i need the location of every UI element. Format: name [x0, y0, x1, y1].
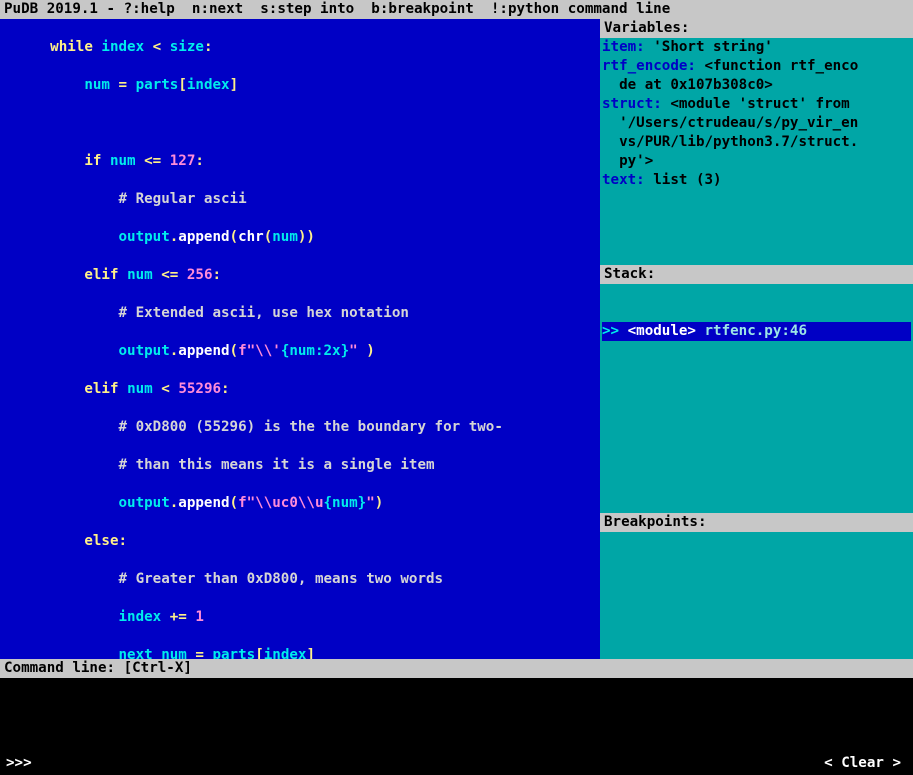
stack-panel[interactable]: Stack: >> <module> rtfenc.py:46 — [600, 265, 913, 513]
title-bar: PuDB 2019.1 - ?:help n:next s:step into … — [0, 0, 913, 19]
variable-row[interactable]: rtf_encode: <function rtf_enco — [602, 57, 911, 76]
console-area[interactable] — [0, 678, 913, 754]
variable-row[interactable]: text: list (3) — [602, 171, 911, 190]
variable-row[interactable]: vs/PUR/lib/python3.7/struct. — [602, 133, 911, 152]
variable-row[interactable]: struct: <module 'struct' from — [602, 95, 911, 114]
clear-button[interactable]: < Clear > — [824, 754, 901, 773]
console-footer: >>> < Clear > — [0, 754, 913, 773]
variable-row[interactable]: de at 0x107b308c0> — [602, 76, 911, 95]
stack-frame[interactable]: >> <module> rtfenc.py:46 — [602, 322, 911, 341]
breakpoints-panel[interactable]: Breakpoints: — [600, 513, 913, 659]
stack-title: Stack: — [600, 265, 913, 284]
prompt[interactable]: >>> — [6, 754, 32, 773]
main-area: while index < size: num = parts[index] i… — [0, 19, 913, 659]
variables-panel[interactable]: Variables: item: 'Short string'rtf_encod… — [600, 19, 913, 265]
source-pane[interactable]: while index < size: num = parts[index] i… — [0, 19, 600, 659]
breakpoints-title: Breakpoints: — [600, 513, 913, 532]
variable-row[interactable]: py'> — [602, 152, 911, 171]
variables-title: Variables: — [600, 19, 913, 38]
command-line-bar[interactable]: Command line: [Ctrl-X] — [0, 659, 913, 678]
variable-row[interactable]: item: 'Short string' — [602, 38, 911, 57]
variable-row[interactable]: '/Users/ctrudeau/s/py_vir_en — [602, 114, 911, 133]
